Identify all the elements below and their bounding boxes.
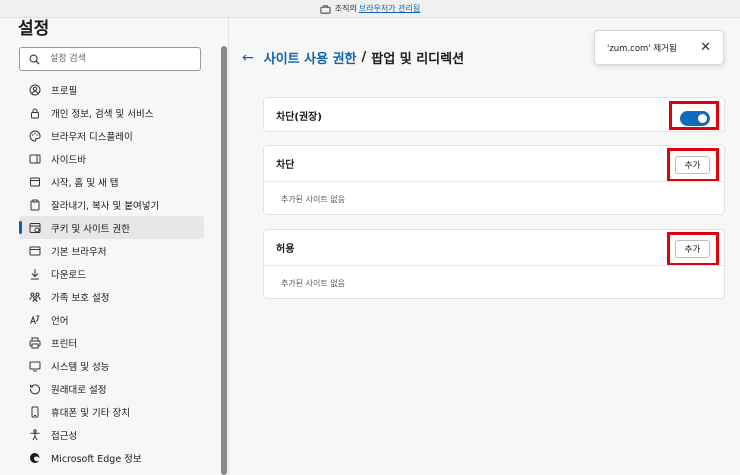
sidebar-item-label: 쿠키 및 사이트 권한 xyxy=(51,223,130,235)
browser-icon xyxy=(28,244,42,258)
breadcrumb: ← 사이트 사용 권한 / 팝업 및 리디렉션 xyxy=(242,48,465,68)
reset-icon xyxy=(28,382,42,396)
breadcrumb-parent[interactable]: 사이트 사용 권한 xyxy=(264,48,357,67)
sidebar-scrollbar[interactable] xyxy=(221,46,227,475)
sidebar-nav: 프로필개인 정보, 검색 및 서비스브라우저 디스플레이사이드바시작, 홈 및 … xyxy=(19,78,204,469)
divider xyxy=(264,265,724,266)
language-icon xyxy=(28,313,42,327)
sidebar-item[interactable]: 잘라내기, 복사 및 붙여넣기 xyxy=(19,193,204,216)
sidebar-item-label: 가족 보호 설정 xyxy=(51,292,110,304)
allow-add-button[interactable]: 추가 xyxy=(675,240,710,258)
search-icon xyxy=(29,54,40,65)
sidebar-item[interactable]: 시스템 및 성능 xyxy=(19,354,204,377)
sidebar-item[interactable]: 언어 xyxy=(19,308,204,331)
briefcase-icon xyxy=(320,4,331,14)
sidebar-item[interactable]: 브라우저 디스플레이 xyxy=(19,124,204,147)
sidebar-item-label: 프린터 xyxy=(51,338,78,350)
block-title: 차단 xyxy=(276,160,295,171)
sidebar-item[interactable]: 프로필 xyxy=(19,78,204,101)
sidebar-item-label: 브라우저 디스플레이 xyxy=(51,131,133,143)
sidebar-item-label: 언어 xyxy=(51,315,69,327)
settings-sidebar: 설정 프로필개인 정보, 검색 및 서비스브라우저 디스플레이사이드바시작, 홈… xyxy=(0,18,229,475)
breadcrumb-separator: / xyxy=(361,50,367,65)
palette-icon xyxy=(28,129,42,143)
toggle-highlight xyxy=(669,101,719,130)
close-icon[interactable]: ✕ xyxy=(700,40,711,55)
search-input[interactable] xyxy=(48,53,192,65)
sidebar-item[interactable]: 접근성 xyxy=(19,423,204,446)
allow-add-highlight: 추가 xyxy=(667,232,719,266)
sidebar-item-label: Microsoft Edge 정보 xyxy=(51,453,142,465)
lock-icon xyxy=(28,106,42,120)
printer-icon xyxy=(28,336,42,350)
allow-empty-text: 추가된 사이트 없음 xyxy=(281,279,345,288)
home-icon xyxy=(28,175,42,189)
sidebar-item[interactable]: 시작, 홈 및 새 탭 xyxy=(19,170,204,193)
sidebar-item-label: 다운로드 xyxy=(51,269,86,281)
sidebar-item[interactable]: 가족 보호 설정 xyxy=(19,285,204,308)
block-empty-text: 추가된 사이트 없음 xyxy=(281,195,345,204)
sidebar-item-label: 기본 브라우저 xyxy=(51,246,107,258)
sidebar-item-label: 사이드바 xyxy=(51,154,86,166)
sidebar-item-label: 개인 정보, 검색 및 서비스 xyxy=(51,108,154,120)
sidebar-item-label: 프로필 xyxy=(51,85,78,97)
system-icon xyxy=(28,359,42,373)
sidebar-item[interactable]: Microsoft Edge 정보 xyxy=(19,446,204,469)
sidebar-item-label: 접근성 xyxy=(51,430,78,442)
sidebar-item[interactable]: 개인 정보, 검색 및 서비스 xyxy=(19,101,204,124)
back-arrow-icon[interactable]: ← xyxy=(242,50,254,66)
profile-icon xyxy=(28,83,42,97)
family-icon xyxy=(28,290,42,304)
sidebar-item-label: 시작, 홈 및 새 탭 xyxy=(51,177,119,189)
phone-icon xyxy=(28,405,42,419)
managed-link[interactable]: 브라우저가 관리됨 xyxy=(359,3,420,14)
banner-text: 조직의 xyxy=(334,4,357,13)
block-recommended-card: 차단(권장) xyxy=(263,97,725,132)
sidebar-item-label: 원래대로 설정 xyxy=(51,384,107,396)
block-add-highlight: 추가 xyxy=(667,148,719,182)
sidebar-item-label: 휴대폰 및 기타 장치 xyxy=(51,407,130,419)
settings-search[interactable] xyxy=(19,47,201,71)
divider xyxy=(264,181,724,182)
managed-browser-banner: 조직의 브라우저가 관리됨 xyxy=(0,0,740,18)
cookie-icon xyxy=(28,221,42,235)
page-title: 팝업 및 리디렉션 xyxy=(371,52,465,67)
sidebar-icon xyxy=(28,152,42,166)
edge-icon xyxy=(28,451,42,465)
clipboard-icon xyxy=(28,198,42,212)
download-icon xyxy=(28,267,42,281)
block-add-button[interactable]: 추가 xyxy=(675,156,710,174)
removed-toast: 'zum.com' 제거됨 ✕ xyxy=(594,30,724,65)
toast-message: 'zum.com' 제거됨 xyxy=(607,43,677,54)
block-card: 차단 추가 추가된 사이트 없음 xyxy=(263,145,725,215)
block-recommended-toggle[interactable] xyxy=(680,111,710,126)
sidebar-item[interactable]: 다운로드 xyxy=(19,262,204,285)
sidebar-item[interactable]: 기본 브라우저 xyxy=(19,239,204,262)
accessibility-icon xyxy=(28,428,42,442)
sidebar-item-label: 시스템 및 성능 xyxy=(51,361,110,373)
sidebar-item[interactable]: 쿠키 및 사이트 권한 xyxy=(19,216,204,239)
sidebar-item[interactable]: 사이드바 xyxy=(19,147,204,170)
allow-title: 허용 xyxy=(276,244,295,255)
sidebar-title: 설정 xyxy=(18,19,50,39)
sidebar-item-label: 잘라내기, 복사 및 붙여넣기 xyxy=(51,200,160,212)
sidebar-item[interactable]: 휴대폰 및 기타 장치 xyxy=(19,400,204,423)
sidebar-item[interactable]: 프린터 xyxy=(19,331,204,354)
allow-card: 허용 추가 추가된 사이트 없음 xyxy=(263,229,725,299)
sidebar-item[interactable]: 원래대로 설정 xyxy=(19,377,204,400)
block-recommended-label: 차단(권장) xyxy=(276,112,322,123)
